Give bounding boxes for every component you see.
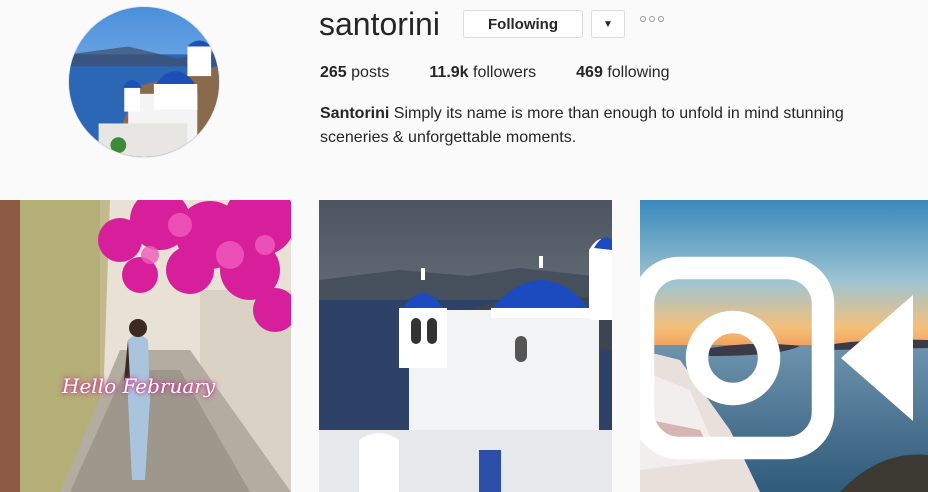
- post-thumbnail[interactable]: [319, 200, 612, 492]
- following-count: 469: [576, 64, 603, 81]
- video-camera-icon: [640, 256, 913, 460]
- follow-dropdown-button[interactable]: ▼: [591, 10, 625, 38]
- followers-stat[interactable]: 11.9k followers: [429, 63, 536, 83]
- options-dot: [649, 16, 655, 22]
- caret-down-icon: ▼: [603, 18, 613, 30]
- followers-label: followers: [473, 64, 537, 81]
- post-thumbnail[interactable]: Hello February: [0, 200, 291, 492]
- profile-bio: Santorini Simply its name is more than e…: [320, 102, 900, 150]
- post-image-alley: [0, 200, 291, 492]
- profile-username: santorini: [319, 6, 440, 42]
- options-dot: [640, 16, 646, 22]
- posts-label: posts: [351, 64, 390, 81]
- following-label: following: [607, 64, 670, 81]
- bio-text: Simply its name is more than enough to u…: [320, 105, 844, 146]
- profile-avatar[interactable]: [68, 6, 220, 158]
- profile-stats: 265 posts 11.9k followers 469 following: [320, 63, 710, 83]
- posts-count: 265: [320, 64, 347, 81]
- following-button[interactable]: Following: [463, 10, 583, 38]
- following-stat[interactable]: 469 following: [576, 63, 669, 83]
- post-thumbnail[interactable]: [640, 200, 928, 492]
- options-dot: [658, 16, 664, 22]
- avatar-image: [69, 7, 219, 157]
- followers-count: 11.9k: [429, 64, 469, 81]
- bio-name: Santorini: [320, 105, 390, 122]
- post-image-domes: [319, 200, 612, 492]
- more-options-icon[interactable]: [640, 16, 664, 22]
- posts-stat: 265 posts: [320, 63, 389, 83]
- post-overlay-text: Hello February: [62, 374, 216, 398]
